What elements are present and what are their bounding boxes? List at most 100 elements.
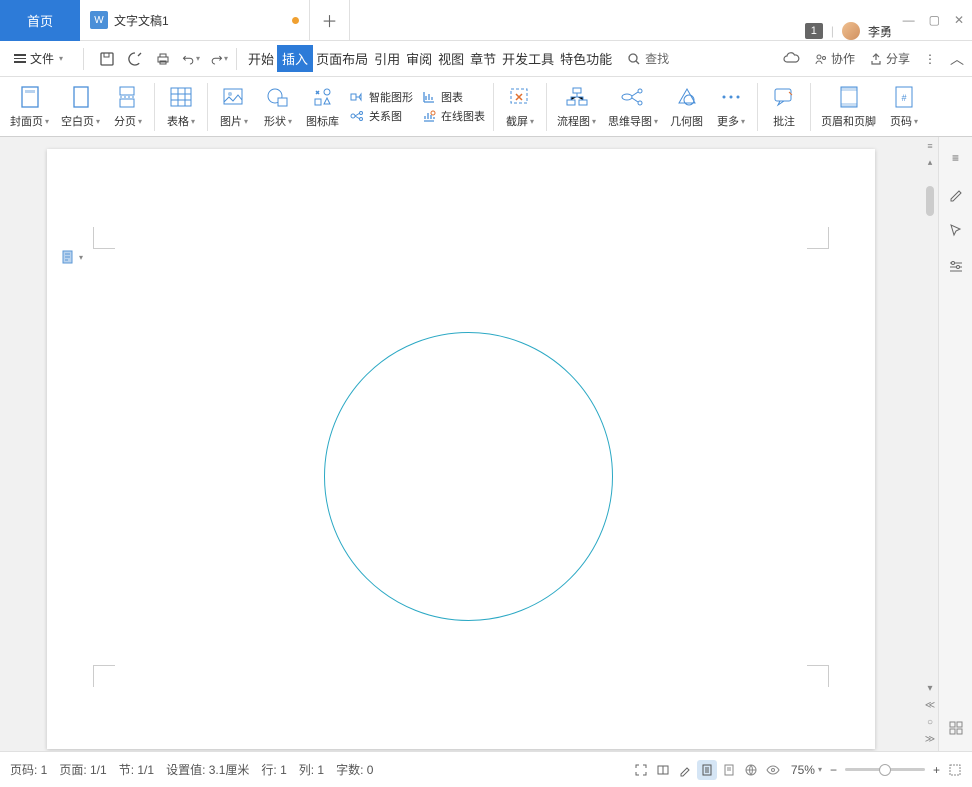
- comment-icon: [771, 84, 797, 110]
- fit-page-icon[interactable]: [948, 763, 962, 777]
- smart-shape-button[interactable]: 智能图形: [349, 89, 413, 105]
- expand-panel-icon[interactable]: ≡: [947, 149, 965, 167]
- reading-view-icon[interactable]: [653, 760, 673, 780]
- zoom-out-button[interactable]: −: [830, 763, 837, 777]
- picture-icon: [221, 84, 247, 110]
- page-break-button[interactable]: 分页▾: [106, 79, 150, 135]
- comment-button[interactable]: 批注: [762, 79, 806, 135]
- table-button[interactable]: 表格▾: [159, 79, 203, 135]
- svg-text:#: #: [902, 93, 907, 103]
- cover-page-button[interactable]: 封面页▾: [4, 79, 55, 135]
- fullscreen-icon[interactable]: [631, 760, 651, 780]
- shape-icon: [265, 84, 291, 110]
- flowchart-icon: [564, 84, 590, 110]
- document-tab[interactable]: W 文字文稿1: [80, 0, 310, 41]
- screenshot-button[interactable]: 截屏▾: [498, 79, 542, 135]
- file-menu[interactable]: 文件 ▾: [8, 47, 69, 70]
- tab-view[interactable]: 视图: [435, 44, 467, 73]
- minimize-button[interactable]: —: [903, 13, 915, 27]
- grid-view-icon[interactable]: [947, 719, 965, 737]
- maximize-button[interactable]: ▢: [929, 13, 940, 27]
- more-menu-icon[interactable]: ⋮: [924, 52, 936, 66]
- outline-view-icon[interactable]: [719, 760, 739, 780]
- circle-shape[interactable]: [324, 332, 613, 621]
- status-page-number[interactable]: 页码: 1: [10, 761, 47, 778]
- tab-page-layout[interactable]: 页面布局: [313, 44, 371, 73]
- web-view-icon[interactable]: [741, 760, 761, 780]
- flowchart-button[interactable]: 流程图▾: [551, 79, 602, 135]
- object-browse-icon[interactable]: ○: [927, 717, 933, 728]
- cloud-sync-icon[interactable]: [782, 52, 800, 66]
- home-tab[interactable]: 首页: [0, 0, 80, 41]
- screenshot-icon: [507, 84, 533, 110]
- page-number-button[interactable]: # 页码▾: [882, 79, 926, 135]
- pencil-tool-icon[interactable]: [947, 185, 965, 203]
- icon-library-button[interactable]: 图标库: [300, 79, 345, 135]
- search-button[interactable]: 查找: [627, 50, 669, 67]
- settings-tool-icon[interactable]: [947, 257, 965, 275]
- avatar[interactable]: [842, 22, 860, 40]
- scroll-down-icon[interactable]: ▾: [927, 683, 932, 694]
- print-preview-icon[interactable]: [126, 50, 144, 68]
- username[interactable]: 李勇: [868, 23, 892, 40]
- share-button[interactable]: 分享: [869, 50, 910, 67]
- zoom-in-button[interactable]: +: [933, 763, 940, 777]
- new-tab-button[interactable]: ＋: [310, 0, 350, 40]
- tab-chapter[interactable]: 章节: [467, 44, 499, 73]
- page-break-icon: [115, 84, 141, 110]
- print-icon[interactable]: [154, 50, 172, 68]
- icon-library-icon: [310, 84, 336, 110]
- status-set-value[interactable]: 设置值: 3.1厘米: [166, 761, 249, 778]
- picture-button[interactable]: 图片▾: [212, 79, 256, 135]
- titlebar: 首页 W 文字文稿1 ＋ — ▢ ✕ 1 | 李勇: [0, 0, 972, 41]
- notification-badge[interactable]: 1: [805, 23, 823, 39]
- blank-page-button[interactable]: 空白页▾: [55, 79, 106, 135]
- more-button[interactable]: 更多▾: [709, 79, 753, 135]
- margin-corner-icon: [807, 665, 829, 687]
- prev-page-icon[interactable]: ≪: [925, 700, 935, 711]
- word-doc-icon: W: [90, 11, 108, 29]
- page-view-icon[interactable]: [697, 760, 717, 780]
- tab-insert[interactable]: 插入: [277, 45, 313, 72]
- zoom-level[interactable]: 75%▾: [791, 763, 822, 777]
- side-panel: ≡: [938, 137, 972, 751]
- ruler-toggle-icon[interactable]: ≡: [927, 141, 932, 151]
- status-row[interactable]: 行: 1: [261, 761, 286, 778]
- undo-icon[interactable]: ▾: [182, 50, 200, 68]
- tab-reference[interactable]: 引用: [371, 44, 403, 73]
- eye-protection-icon[interactable]: [763, 760, 783, 780]
- tab-start[interactable]: 开始: [245, 44, 277, 73]
- page-tool-button[interactable]: ▾: [61, 249, 83, 265]
- redo-icon[interactable]: ▾: [210, 50, 228, 68]
- collapse-ribbon-icon[interactable]: ︿: [950, 49, 964, 69]
- canvas-area[interactable]: ▾: [0, 137, 922, 751]
- shape-button[interactable]: 形状▾: [256, 79, 300, 135]
- page-tool-icon: [61, 249, 75, 265]
- hamburger-icon: [14, 54, 26, 63]
- save-icon[interactable]: [98, 50, 116, 68]
- tab-special[interactable]: 特色功能: [557, 44, 615, 73]
- select-tool-icon[interactable]: [947, 221, 965, 239]
- ribbon-tabs: 开始 插入 页面布局 引用 审阅 视图 章节 开发工具 特色功能: [245, 44, 615, 73]
- document-page[interactable]: ▾: [47, 149, 875, 749]
- status-page[interactable]: 页面: 1/1: [59, 761, 106, 778]
- vertical-scrollbar[interactable]: ≡ ▴ ▾ ≪ ○ ≫: [922, 137, 938, 751]
- write-view-icon[interactable]: [675, 760, 695, 780]
- close-button[interactable]: ✕: [954, 13, 964, 27]
- mindmap-button[interactable]: 思维导图▾: [602, 79, 664, 135]
- header-footer-button[interactable]: 页眉和页脚: [815, 79, 882, 135]
- geometry-button[interactable]: 几何图: [664, 79, 709, 135]
- scroll-thumb[interactable]: [926, 186, 934, 216]
- scroll-up-icon[interactable]: ▴: [928, 157, 933, 168]
- tab-devtools[interactable]: 开发工具: [499, 44, 557, 73]
- status-col[interactable]: 列: 1: [299, 761, 324, 778]
- chart-button[interactable]: 图表: [421, 89, 485, 105]
- tab-review[interactable]: 审阅: [403, 44, 435, 73]
- zoom-slider[interactable]: [845, 768, 925, 771]
- relation-diagram-button[interactable]: 关系图: [349, 108, 413, 124]
- status-word-count[interactable]: 字数: 0: [336, 761, 373, 778]
- collab-button[interactable]: 协作: [814, 50, 855, 67]
- online-chart-button[interactable]: 在线图表: [421, 108, 485, 124]
- status-section[interactable]: 节: 1/1: [119, 761, 154, 778]
- next-page-icon[interactable]: ≫: [925, 734, 935, 745]
